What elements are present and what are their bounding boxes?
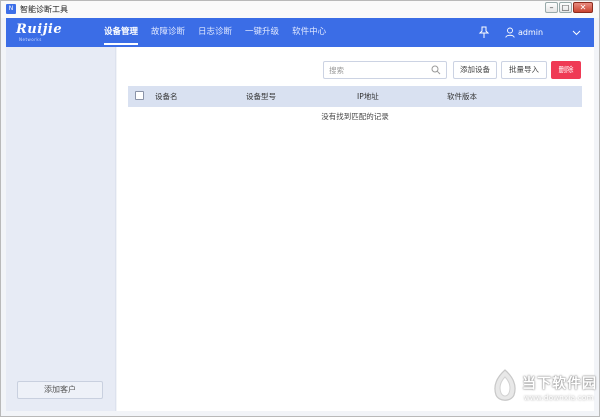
- search-icon[interactable]: [431, 65, 441, 75]
- app-icon: N: [6, 4, 16, 14]
- minimize-icon: –: [549, 3, 554, 12]
- watermark: 当下软件园 www.downxia.com: [480, 364, 598, 414]
- brand-logo: Ruijie: [16, 22, 63, 37]
- column-header-device-model[interactable]: 设备型号: [246, 86, 276, 107]
- pin-icon[interactable]: [478, 26, 490, 39]
- column-header-ip-address[interactable]: IP地址: [357, 86, 379, 107]
- select-all-checkbox[interactable]: [135, 91, 144, 100]
- chevron-down-icon[interactable]: [572, 29, 581, 36]
- main-panel: 添加设备 批量导入 删除 设备名 设备型号 IP地址 软件版本 没有找到匹配的记…: [117, 47, 594, 411]
- brand-logo-subtitle: Networks: [19, 37, 42, 42]
- empty-table-message: 没有找到匹配的记录: [321, 112, 389, 121]
- main-nav: 设备管理 故障诊断 日志诊断 一键升级 软件中心: [98, 18, 333, 47]
- search-input[interactable]: [329, 64, 427, 76]
- tab-fault-diagnosis[interactable]: 故障诊断: [145, 18, 191, 47]
- watermark-logo-icon: [494, 369, 516, 401]
- tab-one-click-upgrade[interactable]: 一键升级: [239, 18, 285, 47]
- username[interactable]: admin: [518, 18, 543, 47]
- tab-software-center[interactable]: 软件中心: [286, 18, 332, 47]
- close-icon: ✕: [579, 3, 587, 12]
- maximize-button[interactable]: □: [559, 2, 572, 13]
- top-nav-bar: Ruijie Networks 设备管理 故障诊断 日志诊断 一键升级 软件中心…: [6, 18, 594, 47]
- title-bar: N 智能诊断工具 – □ ✕: [0, 0, 600, 18]
- column-header-device-name[interactable]: 设备名: [155, 86, 178, 107]
- tab-device-management[interactable]: 设备管理: [98, 18, 144, 47]
- maximize-icon: □: [561, 3, 570, 12]
- watermark-text: 当下软件园: [522, 376, 597, 392]
- window-title: 智能诊断工具: [20, 5, 68, 14]
- table-header: 设备名 设备型号 IP地址 软件版本: [128, 86, 582, 107]
- user-icon: [505, 27, 515, 38]
- sidebar: 添加客户: [6, 47, 116, 411]
- add-device-button[interactable]: 添加设备: [453, 61, 497, 79]
- delete-button[interactable]: 删除: [551, 61, 581, 79]
- watermark-url: www.downxia.com: [524, 394, 594, 402]
- column-header-software-version[interactable]: 软件版本: [447, 86, 477, 107]
- close-button[interactable]: ✕: [573, 2, 593, 13]
- add-customer-button[interactable]: 添加客户: [17, 381, 103, 399]
- batch-import-button[interactable]: 批量导入: [501, 61, 547, 79]
- search-box[interactable]: [323, 61, 447, 79]
- tab-log-diagnosis[interactable]: 日志诊断: [192, 18, 238, 47]
- minimize-button[interactable]: –: [545, 2, 558, 13]
- window-controls: – □ ✕: [544, 2, 593, 13]
